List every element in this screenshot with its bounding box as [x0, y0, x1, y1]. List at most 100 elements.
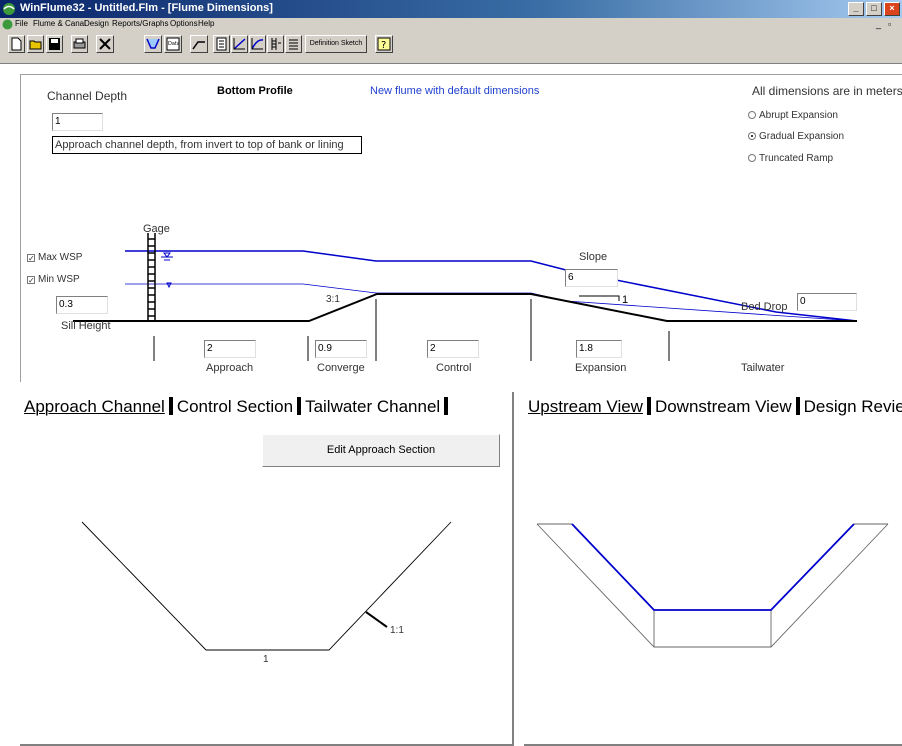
sill-height-input[interactable]: 0.3 [56, 296, 108, 314]
water-surface-marker-icon [161, 252, 173, 289]
tab-tailwater-channel[interactable]: Tailwater Channel [305, 397, 444, 417]
title-bar: WinFlume32 - Untitled.Flm - [Flume Dimen… [0, 0, 902, 18]
tab-control-section[interactable]: Control Section [177, 397, 297, 417]
converge-section-label: Converge [317, 362, 365, 374]
channel-depth-label: Channel Depth [47, 89, 128, 103]
units-note: All dimensions are in meters [752, 84, 902, 98]
tools-icon [99, 38, 111, 50]
wall-gage-button[interactable] [267, 35, 284, 53]
cross-section-panel: Approach Channel Control Section Tailwater… [20, 392, 514, 746]
data-button[interactable]: Data [164, 35, 182, 53]
view-tabs: Upstream View Downstream View Design Revie… [528, 397, 902, 417]
flume-shape-icon [146, 38, 160, 49]
bed-drop-label: Bed Drop [741, 301, 788, 313]
max-wsp-label: Max WSP [38, 252, 83, 263]
svg-text:Data: Data [168, 41, 180, 47]
mdi-minimize-button[interactable]: _ [876, 19, 881, 29]
help-button[interactable]: ? [375, 35, 393, 53]
cross-section-tabs: Approach Channel Control Section Tailwater… [24, 397, 452, 417]
slope-ratio-mark [579, 295, 620, 301]
list-icon [289, 39, 298, 50]
expansion-length-input[interactable]: 1.8 [576, 340, 622, 358]
svg-text:?: ? [381, 40, 386, 51]
abrupt-expansion-label: Abrupt Expansion [759, 110, 838, 121]
menu-flume-canal[interactable]: Flume & Canal [33, 19, 86, 28]
channel-depth-input[interactable]: 1 [52, 113, 103, 131]
definition-sketch-button[interactable]: Definition Sketch [305, 35, 367, 53]
tab-upstream-view[interactable]: Upstream View [528, 397, 647, 417]
gradual-expansion-radio-dot [748, 132, 756, 140]
max-wsp-checkbox-box: ✓ [27, 254, 35, 263]
graph-button[interactable] [231, 35, 248, 53]
side-slope-marker [365, 611, 388, 628]
min-wsp-checkbox[interactable]: ✓ Min WSP [27, 274, 80, 285]
mdi-restore-button[interactable]: ▫ [888, 19, 891, 29]
menu-help[interactable]: Help [198, 19, 214, 28]
side-slope-label: 1:1 [390, 625, 404, 636]
toolbar: Data Definition Sketch ? [0, 31, 902, 64]
edit-approach-section-button[interactable]: Edit Approach Section [262, 434, 500, 467]
control-length-input[interactable]: 2 [427, 340, 479, 358]
approach-cross-section-drawing [81, 521, 452, 651]
slope-label: Slope [579, 251, 608, 263]
menu-reports-graphs[interactable]: Reports/Graphs [112, 19, 168, 28]
save-disk-icon [49, 38, 60, 50]
help-question-icon: ? [377, 37, 391, 51]
gage-label: Gage [143, 223, 170, 235]
flume-dimensions-panel: Channel Depth 1 Approach channel depth, … [20, 74, 902, 382]
channel-depth-tooltip: Approach channel depth, from invert to t… [52, 136, 362, 154]
line-graph-icon [233, 38, 246, 50]
tools-button[interactable] [96, 35, 114, 53]
rating-table-button[interactable] [190, 35, 208, 53]
new-file-icon [11, 37, 22, 51]
minimize-button[interactable]: _ [848, 2, 864, 16]
document-icon[interactable] [2, 19, 13, 30]
maximize-button[interactable]: □ [866, 2, 882, 16]
rating-table-icon [192, 41, 205, 50]
gradual-expansion-radio[interactable]: Gradual Expansion [748, 131, 844, 142]
status-message: New flume with default dimensions [370, 85, 540, 97]
converge-ratio-label: 3:1 [326, 294, 340, 305]
print-button[interactable] [71, 35, 88, 53]
flume-shape-button[interactable] [144, 35, 162, 53]
menu-bar: File Flume & Canal Design Reports/Graphs… [0, 18, 902, 31]
tab-design-review[interactable]: Design Review [804, 397, 902, 417]
open-file-button[interactable] [27, 35, 44, 53]
max-wsp-checkbox[interactable]: ✓ Max WSP [27, 252, 82, 263]
tab-approach-channel[interactable]: Approach Channel [24, 397, 169, 417]
abrupt-expansion-radio[interactable]: Abrupt Expansion [748, 110, 838, 121]
slope-ratio-label: 1 [622, 294, 629, 306]
close-button[interactable]: × [884, 2, 900, 16]
upstream-view-drawing [536, 523, 889, 648]
expansion-section-label: Expansion [575, 362, 627, 374]
gradual-expansion-label: Gradual Expansion [759, 131, 845, 142]
menu-options[interactable]: Options [170, 19, 198, 28]
control-section-label: Control [436, 362, 472, 374]
tab-downstream-view[interactable]: Downstream View [655, 397, 796, 417]
new-file-button[interactable] [8, 35, 25, 53]
curve-graph-icon [251, 38, 264, 50]
winflume-app-icon [3, 3, 15, 15]
app-window: WinFlume32 - Untitled.Flm - [Flume Dimen… [0, 0, 902, 746]
graph2-button[interactable] [249, 35, 266, 53]
approach-section-label: Approach [206, 362, 254, 374]
min-wsp-label: Min WSP [38, 274, 80, 285]
report-button[interactable] [213, 35, 230, 53]
open-folder-icon [29, 40, 42, 50]
tailwater-section-label: Tailwater [741, 362, 785, 374]
approach-length-input[interactable]: 2 [204, 340, 256, 358]
sill-height-label: Sill Height [61, 320, 111, 332]
slope-input[interactable]: 6 [565, 269, 618, 287]
data-icon: Data [166, 37, 180, 51]
window-title: WinFlume32 - Untitled.Flm - [Flume Dimen… [20, 2, 273, 14]
converge-length-input[interactable]: 0.9 [315, 340, 367, 358]
list-button[interactable] [285, 35, 302, 53]
wall-gage-icon [271, 38, 281, 50]
menu-design[interactable]: Design [84, 19, 109, 28]
control-section-outline [571, 523, 855, 611]
bed-drop-input[interactable]: 0 [797, 293, 857, 311]
menu-file[interactable]: File [15, 19, 28, 28]
report-icon [216, 37, 227, 51]
abrupt-expansion-radio-dot [748, 111, 756, 119]
save-button[interactable] [46, 35, 63, 53]
